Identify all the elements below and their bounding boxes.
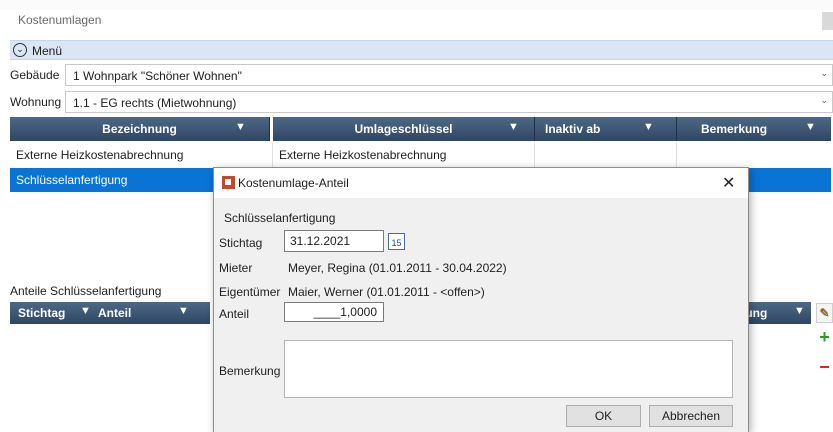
bemerkung-textarea[interactable] bbox=[284, 340, 733, 398]
house-icon bbox=[222, 176, 235, 189]
edit-icon[interactable]: ✎ bbox=[816, 303, 833, 323]
eigentuemer-label: Eigentümer bbox=[219, 285, 281, 299]
gebaeude-value: 1 Wohnpark "Schöner Wohnen" bbox=[73, 69, 242, 83]
table-cell: Externe Heizkostenabrechnung bbox=[16, 148, 184, 162]
mieter-label: Mieter bbox=[219, 261, 253, 275]
wohnung-label: Wohnung bbox=[10, 95, 62, 109]
remove-icon[interactable]: − bbox=[816, 358, 833, 378]
menu-label: Menü bbox=[32, 44, 63, 58]
anteile-title: Anteile Schlüsselanfertigung bbox=[10, 284, 162, 298]
col-header-umlageschluessel[interactable]: Umlageschlüssel ▼ bbox=[270, 117, 535, 141]
anteile-grid-header: Stichtag ▼ Anteil ▼ bbox=[10, 302, 210, 324]
cancel-button[interactable]: Abbrechen bbox=[649, 405, 733, 427]
bemerkung-label: Bemerkung bbox=[219, 364, 281, 378]
eigentuemer-value: Maier, Werner (01.01.2011 - <offen>) bbox=[288, 285, 485, 299]
filter-icon[interactable]: ▼ bbox=[178, 305, 189, 317]
window-control[interactable] bbox=[822, 12, 833, 30]
anteil-value: ____1,0000 bbox=[313, 305, 377, 319]
stichtag-label: Stichtag bbox=[219, 236, 263, 250]
filter-icon[interactable]: ▼ bbox=[508, 121, 519, 133]
col-header-anteil[interactable]: Anteil bbox=[98, 306, 131, 320]
table-cell: Schlüsselanfertigung bbox=[16, 173, 128, 187]
filter-icon[interactable]: ▼ bbox=[794, 305, 805, 317]
add-icon[interactable]: + bbox=[816, 328, 833, 348]
chevron-down-icon: ⌄ bbox=[820, 95, 828, 105]
col-header-bezeichnung[interactable]: Bezeichnung ▼ bbox=[10, 117, 270, 141]
col-header-stichtag[interactable]: Stichtag bbox=[18, 306, 65, 320]
wohnung-value: 1.1 - EG rechts (Mietwohnung) bbox=[73, 96, 237, 110]
anteil-input[interactable]: ____1,0000 bbox=[284, 302, 384, 322]
gebaeude-label: Gebäude bbox=[10, 68, 60, 82]
chevron-down-icon: ⌄ bbox=[13, 43, 27, 57]
filter-icon[interactable]: ▼ bbox=[643, 121, 654, 133]
close-icon[interactable]: ✕ bbox=[722, 173, 735, 193]
window-title: Kostenumlagen bbox=[18, 13, 102, 27]
dialog-subtitle: Schlüsselanfertigung bbox=[224, 211, 336, 225]
grid-header: Bezeichnung ▼ Umlageschlüssel ▼ Inaktiv … bbox=[10, 117, 831, 141]
top-strip bbox=[0, 0, 833, 10]
menu-bar[interactable]: ⌄ Menü bbox=[10, 40, 833, 60]
chevron-down-icon: ⌄ bbox=[820, 68, 828, 78]
filter-icon[interactable]: ▼ bbox=[80, 305, 91, 317]
anteil-label: Anteil bbox=[219, 307, 250, 321]
col-header-inaktiv-ab[interactable]: Inaktiv ab ▼ bbox=[535, 117, 677, 141]
table-row[interactable]: Externe Heizkostenabrechnung Externe Hei… bbox=[10, 143, 831, 167]
table-cell: Externe Heizkostenabrechnung bbox=[279, 148, 447, 162]
filter-icon[interactable]: ▼ bbox=[235, 121, 246, 133]
stichtag-value: 31.12.2021 bbox=[290, 234, 351, 248]
wohnung-select[interactable]: 1.1 - EG rechts (Mietwohnung) ⌄ bbox=[65, 91, 833, 113]
mieter-value: Meyer, Regina (01.01.2011 - 30.04.2022) bbox=[288, 261, 507, 275]
dialog-title: Kostenumlage-Anteil bbox=[238, 176, 349, 190]
gebaeude-select[interactable]: 1 Wohnpark "Schöner Wohnen" ⌄ bbox=[65, 64, 833, 86]
calendar-icon[interactable]: 15 bbox=[388, 233, 405, 250]
stichtag-input[interactable]: 31.12.2021 bbox=[284, 230, 384, 252]
ok-button[interactable]: OK bbox=[566, 405, 641, 427]
filter-icon[interactable]: ▼ bbox=[805, 121, 816, 133]
col-header-bemerkung[interactable]: Bemerkung ▼ bbox=[677, 117, 831, 141]
